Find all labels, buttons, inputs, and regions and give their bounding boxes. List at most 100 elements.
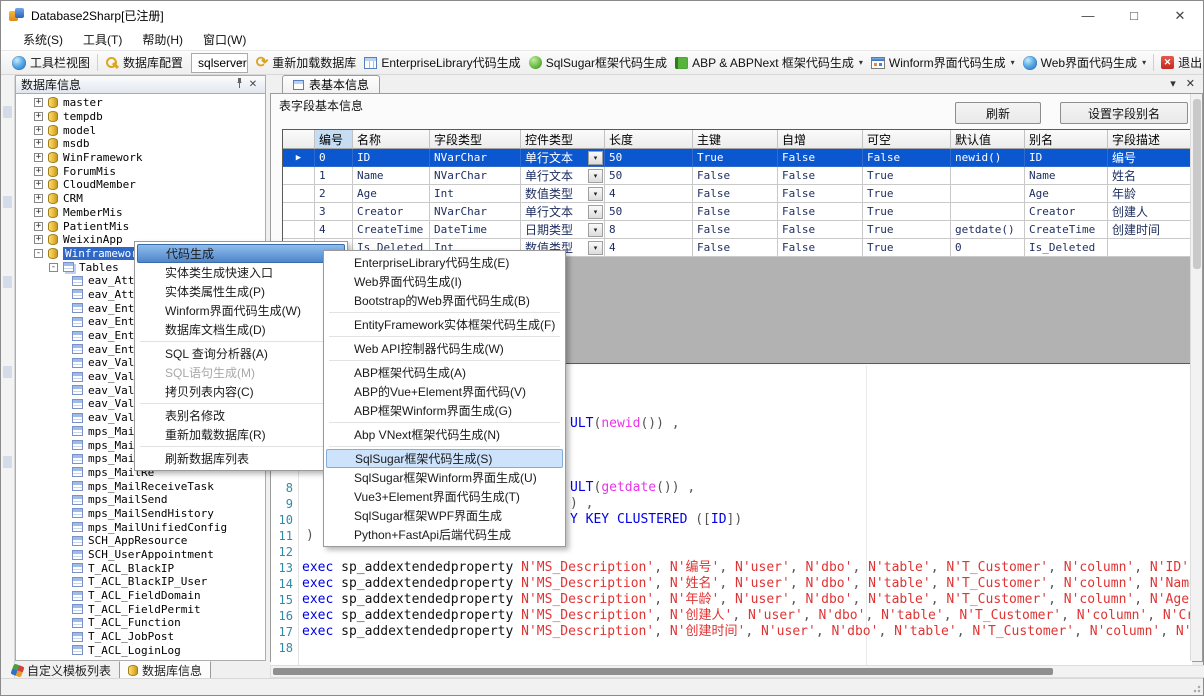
tree-item[interactable]: T_ACL_JobPost [16,630,265,644]
tree-item[interactable]: +tempdb [16,110,265,124]
table-cell[interactable]: ID [1025,149,1108,167]
expand-icon[interactable]: + [34,112,43,121]
expand-icon[interactable]: + [34,98,43,107]
tree-item[interactable]: SCH_AppResource [16,534,265,548]
dbtype-combobox[interactable]: sqlserver ▾ [191,53,248,73]
column-header[interactable]: 别名 [1025,130,1108,149]
table-cell[interactable]: 日期类型▾ [521,221,605,239]
expand-icon[interactable]: + [34,194,43,203]
table-cell[interactable] [1108,239,1193,257]
tree-item[interactable]: mps_MailSendHistory [16,507,265,521]
tree-item[interactable]: +ForumMis [16,164,265,178]
table-row[interactable]: 1NameNVarChar单行文本▾50FalseFalseTrueName姓名 [283,167,1193,185]
minimize-button[interactable]: — [1065,1,1111,30]
toolbar-web-button[interactable]: Web界面代码生成 ▾ [1019,52,1150,73]
table-cell[interactable]: 8 [605,221,693,239]
menu-item[interactable]: 拷贝列表内容(C) [137,382,345,401]
column-header[interactable]: 编号 [315,130,353,149]
tree-item[interactable]: T_ACL_BlackIP_User [16,575,265,589]
close-icon[interactable]: ✕ [1186,77,1195,90]
table-cell[interactable]: 数值类型▾ [521,185,605,203]
table-row[interactable]: ▶0IDNVarChar单行文本▾50TrueFalseFalsenewid()… [283,149,1193,167]
expand-icon[interactable]: + [34,235,43,244]
tree-item[interactable]: mps_MailReceiveTask [16,479,265,493]
table-cell[interactable]: 创建人 [1108,203,1193,221]
menu-item[interactable]: 重新加载数据库(R) [137,425,345,444]
table-cell[interactable]: Name [353,167,430,185]
menu-window[interactable]: 窗口(W) [193,28,256,51]
cell-dropdown-button[interactable]: ▾ [588,223,603,237]
menu-item[interactable]: SqlSugar框架代码生成(S) [326,449,563,468]
tree-item[interactable]: +PatientMis [16,219,265,233]
table-cell[interactable]: 50 [605,203,693,221]
menu-item[interactable]: Python+FastApi后端代码生成 [326,525,563,544]
pin-icon[interactable] [232,78,246,91]
menu-item[interactable]: 实体类属性生成(P) [137,282,345,301]
menu-item[interactable]: 实体类生成快速入口▸ [137,263,345,282]
column-header[interactable]: 字段描述 [1108,130,1193,149]
menu-item[interactable]: Winform界面代码生成(W) [137,301,345,320]
tree-item[interactable]: T_ACL_FieldDomain [16,589,265,603]
tree-item[interactable]: +msdb [16,137,265,151]
table-cell[interactable]: 0 [951,239,1025,257]
menu-item[interactable]: ABP框架代码生成(A) [326,363,563,382]
table-cell[interactable]: CreateTime [1025,221,1108,239]
toolbar-sqlsugar-button[interactable]: SqlSugar框架代码生成 [525,52,671,73]
menu-item[interactable]: ABP框架Winform界面生成(G) [326,401,563,420]
table-cell[interactable]: 1 [315,167,353,185]
cell-dropdown-button[interactable]: ▾ [588,187,603,201]
table-cell[interactable]: getdate() [951,221,1025,239]
table-cell[interactable]: 单行文本▾ [521,203,605,221]
table-cell[interactable]: False [778,221,863,239]
toolbar-enterpriselibrary-button[interactable]: EnterpriseLibrary代码生成 [360,52,524,73]
table-cell[interactable]: 50 [605,167,693,185]
table-cell[interactable]: 4 [605,185,693,203]
toolbar-view-button[interactable]: 工具栏视图 [8,52,94,73]
table-row[interactable]: 3CreatorNVarChar单行文本▾50FalseFalseTrueCre… [283,203,1193,221]
expand-icon[interactable]: + [34,167,43,176]
table-cell[interactable]: 编号 [1108,149,1193,167]
table-cell[interactable]: False [778,167,863,185]
column-header[interactable]: 默认值 [951,130,1025,149]
cell-dropdown-button[interactable]: ▾ [588,205,603,219]
tree-item[interactable]: T_ACL_Function [16,616,265,630]
menu-item[interactable]: 代码生成▸ [137,244,345,263]
column-header[interactable]: 名称 [353,130,430,149]
table-cell[interactable]: newid() [951,149,1025,167]
table-cell[interactable]: NVarChar [430,167,521,185]
menu-item[interactable]: 表别名修改 [137,406,345,425]
column-header[interactable]: 主键 [693,130,778,149]
expand-icon[interactable]: + [34,222,43,231]
table-cell[interactable]: ID [353,149,430,167]
cell-dropdown-button[interactable]: ▾ [588,169,603,183]
menu-item[interactable]: Web界面代码生成(I) [326,272,563,291]
expand-icon[interactable]: + [34,208,43,217]
tree-item[interactable]: +CloudMember [16,178,265,192]
table-cell[interactable]: False [863,149,951,167]
table-cell[interactable]: 3 [315,203,353,221]
table-cell[interactable]: 50 [605,149,693,167]
table-cell[interactable]: 4 [315,221,353,239]
tree-item[interactable]: +MemberMis [16,206,265,220]
table-cell[interactable]: Age [353,185,430,203]
column-header[interactable]: 字段类型 [430,130,521,149]
set-field-alias-button[interactable]: 设置字段别名 [1060,102,1188,124]
table-cell[interactable] [951,167,1025,185]
tree-item[interactable]: T_ACL_FieldPermit [16,602,265,616]
table-cell[interactable]: False [693,167,778,185]
table-cell[interactable]: False [778,203,863,221]
tab-table-info[interactable]: 表基本信息 [282,75,380,93]
toolbar-winform-button[interactable]: Winform界面代码生成 ▾ [867,52,1019,73]
collapse-icon[interactable]: - [34,249,43,258]
table-cell[interactable]: False [693,185,778,203]
table-cell[interactable] [951,185,1025,203]
close-button[interactable]: ✕ [1157,1,1203,30]
table-cell[interactable]: Is_Deleted [1025,239,1108,257]
table-cell[interactable]: NVarChar [430,149,521,167]
menu-item[interactable]: SQL 查询分析器(A) [137,344,345,363]
menu-tools[interactable]: 工具(T) [73,28,132,51]
close-icon[interactable]: ✕ [246,79,260,90]
toolbar-reload-button[interactable]: ⟳ 重新加载数据库 [252,52,361,73]
table-cell[interactable] [951,203,1025,221]
table-row[interactable]: 4CreateTimeDateTime日期类型▾8FalseFalseTrueg… [283,221,1193,239]
